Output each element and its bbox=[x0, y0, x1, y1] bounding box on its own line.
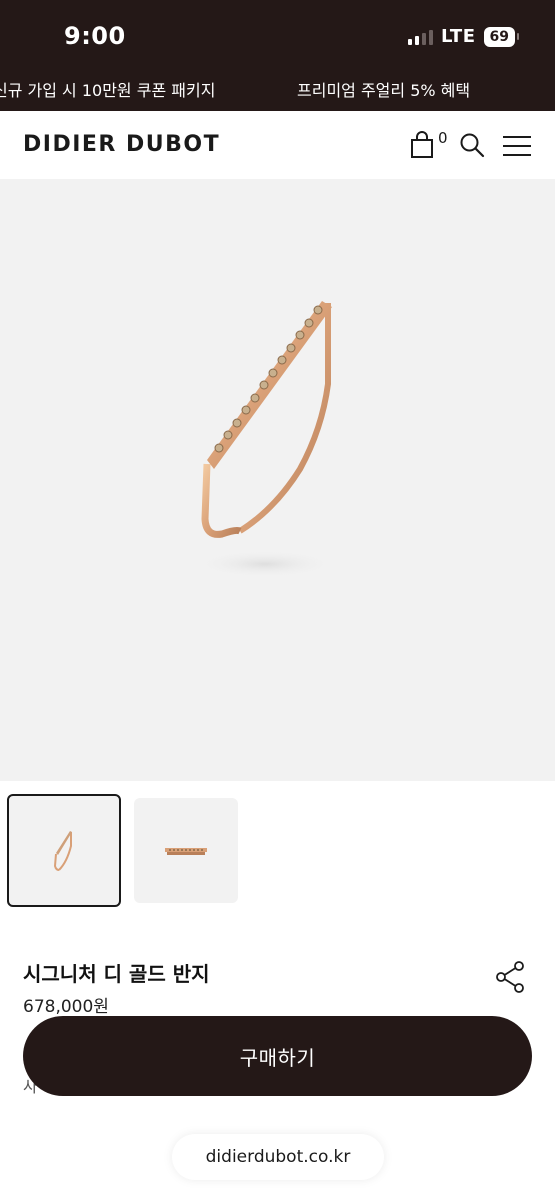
shopping-bag-icon[interactable] bbox=[410, 131, 434, 159]
cart-count[interactable]: 0 bbox=[438, 129, 448, 147]
hamburger-menu-icon[interactable] bbox=[502, 135, 532, 157]
product-price: 678,000원 bbox=[23, 997, 109, 1017]
thumbnail-2[interactable] bbox=[134, 798, 238, 903]
thumbnail-1[interactable] bbox=[7, 794, 121, 907]
status-indicators: LTE 69 bbox=[407, 26, 520, 47]
product-name: 시그니처 디 골드 반지 bbox=[23, 962, 210, 986]
status-time: 9:00 bbox=[64, 22, 126, 50]
battery-icon: 69 bbox=[483, 26, 520, 47]
brand-logo[interactable]: DIDIER DUBOT bbox=[23, 132, 220, 157]
top-bar: 9:00 LTE 69 신규 가입 시 10만원 쿠폰 패키지 프리미엄 주얼리… bbox=[0, 0, 555, 111]
thumbnail-ring-image bbox=[165, 848, 207, 855]
promo-banner[interactable]: 신규 가입 시 10만원 쿠폰 패키지 프리미엄 주얼리 5% 혜택 bbox=[0, 77, 555, 99]
buy-button[interactable]: 구매하기 bbox=[23, 1016, 532, 1096]
ring-image bbox=[195, 301, 335, 578]
signal-icon bbox=[407, 29, 433, 45]
browser-url-bar[interactable]: didierdubot.co.kr bbox=[172, 1134, 384, 1180]
search-icon[interactable] bbox=[459, 132, 485, 158]
product-main-image[interactable] bbox=[0, 179, 555, 781]
site-header: DIDIER DUBOT 0 bbox=[0, 111, 555, 179]
promo-item[interactable]: 신규 가입 시 10만원 쿠폰 패키지 bbox=[0, 77, 215, 99]
thumbnail-ring-image bbox=[53, 831, 72, 871]
share-icon[interactable] bbox=[493, 959, 529, 995]
promo-item[interactable]: 프리미엄 주얼리 5% 혜택 bbox=[297, 77, 470, 99]
network-type: LTE bbox=[440, 26, 476, 47]
